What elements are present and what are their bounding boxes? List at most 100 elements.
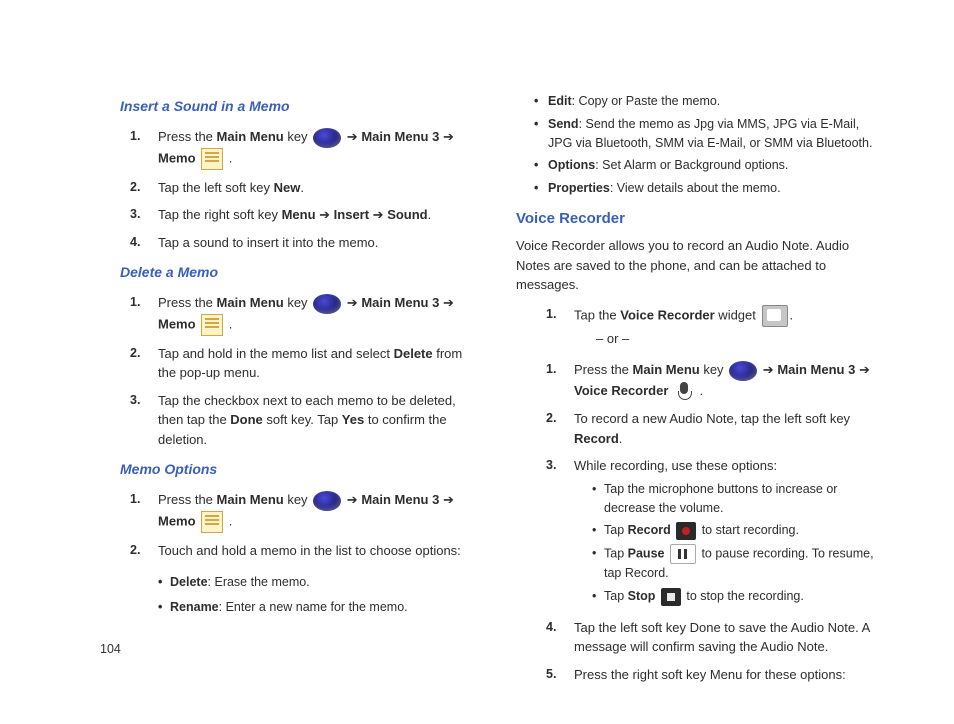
text-bold: Main Menu: [217, 492, 284, 507]
list-item: Press the Main Menu key ➔ Main Menu 3 ➔ …: [140, 486, 470, 537]
text-bold: Yes: [342, 412, 364, 427]
list-item: Touch and hold a memo in the list to cho…: [140, 537, 470, 565]
microphone-icon: [674, 381, 694, 401]
arrow-icon: ➔: [347, 129, 362, 144]
text: To record a new Audio Note, tap the left…: [574, 411, 850, 426]
page: Insert a Sound in a Memo Press the Main …: [0, 0, 954, 724]
list-item: Tap the right soft key Menu ➔ Insert ➔ S…: [140, 201, 470, 229]
memo-options-steps: Press the Main Menu key ➔ Main Menu 3 ➔ …: [100, 486, 470, 564]
text-bold: Main Menu 3: [361, 295, 439, 310]
pause-icon: [670, 544, 696, 564]
text: Press the: [574, 362, 633, 377]
list-item: Options: Set Alarm or Background options…: [534, 154, 886, 177]
stop-icon: [661, 588, 681, 606]
list-item: Tap the microphone buttons to increase o…: [592, 478, 886, 520]
text: .: [696, 383, 703, 398]
text: .: [225, 513, 232, 528]
text-bold: Sound: [387, 207, 427, 222]
text: Tap the left soft key: [158, 180, 274, 195]
text-bold: Edit: [548, 94, 572, 108]
text: Tap: [604, 546, 628, 560]
text-bold: Memo: [158, 316, 196, 331]
heading-voice-recorder: Voice Recorder: [516, 208, 886, 231]
record-icon: [676, 522, 696, 540]
text: .: [619, 431, 623, 446]
voice-recorder-steps: Tap the Voice Recorder widget . – or – P…: [516, 301, 886, 688]
text-bold: Record: [628, 523, 671, 537]
text-bold: New: [274, 180, 301, 195]
insert-sound-steps: Press the Main Menu key ➔ Main Menu 3 ➔ …: [100, 123, 470, 256]
arrow-icon: ➔: [369, 207, 387, 222]
text: Tap: [604, 589, 628, 603]
main-menu-icon: [729, 361, 757, 381]
text: .: [300, 180, 304, 195]
list-item: Tap a sound to insert it into the memo.: [140, 229, 470, 257]
arrow-icon: ➔: [855, 362, 870, 377]
heading-memo-options: Memo Options: [120, 459, 470, 480]
list-item: Send: Send the memo as Jpg via MMS, JPG …: [534, 113, 886, 155]
list-item: Press the right soft key Menu for these …: [556, 661, 886, 689]
text: .: [225, 150, 232, 165]
text: : Erase the memo.: [208, 575, 310, 589]
text: key: [284, 492, 311, 507]
memo-options-bullets: Delete: Erase the memo. Rename: Enter a …: [100, 570, 470, 620]
arrow-icon: ➔: [439, 295, 454, 310]
text-bold: Voice Recorder: [574, 383, 668, 398]
heading-insert-sound: Insert a Sound in a Memo: [120, 96, 470, 117]
right-column: Edit: Copy or Paste the memo. Send: Send…: [516, 90, 886, 694]
heading-delete-memo: Delete a Memo: [120, 262, 470, 283]
text: While recording, use these options:: [574, 458, 777, 473]
arrow-icon: ➔: [347, 295, 362, 310]
list-item: Press the Main Menu key ➔ Main Menu 3 ➔ …: [140, 123, 470, 174]
list-item: Tap and hold in the memo list and select…: [140, 340, 470, 387]
text-bold: Pause: [628, 546, 665, 560]
main-menu-icon: [313, 128, 341, 148]
text: widget: [715, 307, 760, 322]
text-bold: Properties: [548, 181, 610, 195]
text-bold: Options: [548, 158, 595, 172]
text-bold: Send: [548, 117, 579, 131]
text-bold: Main Menu: [217, 129, 284, 144]
text-bold: Main Menu 3: [361, 492, 439, 507]
text-bold: Record: [574, 431, 619, 446]
list-item: Tap the left soft key Done to save the A…: [556, 614, 886, 661]
arrow-icon: ➔: [439, 129, 454, 144]
main-menu-icon: [313, 294, 341, 314]
text: Press the: [158, 295, 217, 310]
arrow-icon: ➔: [439, 492, 454, 507]
text: to start recording.: [702, 523, 799, 537]
list-item: Press the Main Menu key ➔ Main Menu 3 ➔ …: [556, 356, 886, 405]
text: Tap the right soft key: [158, 207, 282, 222]
text: : Send the memo as Jpg via MMS, JPG via …: [548, 117, 872, 150]
memo-icon: [201, 148, 223, 170]
text-bold: Memo: [158, 150, 196, 165]
text: key: [700, 362, 727, 377]
text: : Set Alarm or Background options.: [595, 158, 788, 172]
voice-recorder-intro: Voice Recorder allows you to record an A…: [516, 236, 886, 301]
text: : View details about the memo.: [610, 181, 781, 195]
text: soft key. Tap: [263, 412, 342, 427]
main-menu-icon: [313, 491, 341, 511]
text: Tap: [604, 523, 628, 537]
list-item: Tap the Voice Recorder widget . – or –: [556, 301, 886, 357]
text: to stop the recording.: [686, 589, 803, 603]
text-bold: Stop: [628, 589, 656, 603]
text: Press the: [158, 492, 217, 507]
memo-icon: [201, 511, 223, 533]
list-item: Delete: Erase the memo.: [158, 570, 470, 595]
memo-icon: [201, 314, 223, 336]
page-number: 104: [100, 640, 121, 659]
list-item: Press the Main Menu key ➔ Main Menu 3 ➔ …: [140, 289, 470, 340]
text: Tap and hold in the memo list and select: [158, 346, 394, 361]
text: : Enter a new name for the memo.: [219, 600, 408, 614]
text-bold: Delete: [394, 346, 433, 361]
text-bold: Voice Recorder: [620, 307, 714, 322]
list-item: Tap Pause to pause recording. To resume,…: [592, 542, 886, 585]
text-bold: Rename: [170, 600, 219, 614]
text: : Copy or Paste the memo.: [572, 94, 721, 108]
text-bold: Memo: [158, 513, 196, 528]
text-bold: Main Menu 3: [361, 129, 439, 144]
text: .: [428, 207, 432, 222]
memo-options-bullets-continued: Edit: Copy or Paste the memo. Send: Send…: [516, 90, 886, 200]
list-item: Edit: Copy or Paste the memo.: [534, 90, 886, 113]
